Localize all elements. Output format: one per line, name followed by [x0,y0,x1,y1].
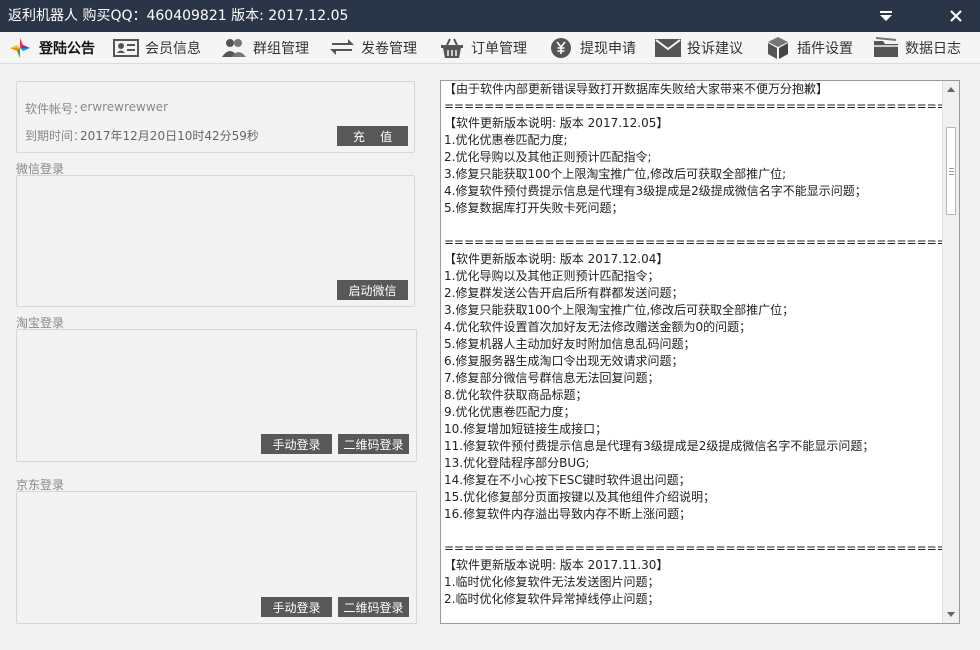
announcement-line: 2.优化导购以及其他正则预计匹配指令; [444,150,652,164]
announcement-line: 1.临时优化修复软件无法发送图片问题； [444,575,660,589]
announcement-line: 6.修复服务器生成淘口令出现无效请求问题； [444,354,684,368]
dropdown-menu-icon [880,11,892,21]
wechat-login-panel: 启动微信 [16,175,415,307]
toolbar-member-info[interactable]: 会员信息 [112,32,201,64]
taobao-manual-login-button[interactable]: 手动登录 [261,434,332,454]
scroll-up-button[interactable] [943,81,959,97]
announcement-line: 10.修复增加短链接生成接口； [444,422,608,436]
announcement-line: 5.修复数据库打开失败卡死问题； [444,201,624,215]
toolbar-complaints-label: 投诉建议 [687,41,743,57]
announcement-line: 1.优化优惠卷匹配力度; [444,133,568,147]
announcement-line: 15.优化修复部分页面按键以及其他组件介绍说明； [444,490,716,504]
expiry-value: 2017年12月20日10时42分59秒 [80,129,259,143]
toolbar-order-management-label: 订单管理 [471,41,527,57]
announcement-line: 【软件更新版本说明: 版本 2017.11.30】 [444,558,669,572]
title-bar: 返利机器人 购买QQ：460409821 版本: 2017.12.05 [0,0,980,32]
toolbar-coupon-management[interactable]: 发卷管理 [328,32,417,64]
announcement-line: 【软件更新版本说明: 版本 2017.12.04】 [444,252,669,266]
announcement-line: ========================================… [444,99,960,113]
folder-icon [872,36,900,60]
recharge-button[interactable]: 充 值 [337,126,408,146]
toolbar-data-log-label: 数据日志 [905,41,961,57]
announcement-line [444,217,939,234]
scroll-thumb[interactable] [946,127,956,215]
announcement-line: 13.优化登陆程序部分BUG; [444,456,590,470]
announcement-line: 2.临时优化修复软件异常掉线停止问题； [444,592,660,606]
announcement-line: 2.修复群发送公告开启后所有群都发送问题； [444,286,684,300]
toolbar-member-info-label: 会员信息 [145,41,201,57]
announcement-line: 【由于软件内部更新错误导致打开数据库失败给大家带来不便万分抱歉】 [444,82,829,96]
announcement-line: 14.修复在不小心按下ESC键时软件退出问题； [444,473,691,487]
announcement-line: ========================================… [444,235,960,249]
announcement-line: 4.优化软件设置首次加好友无法修改赠送金额为0的问题； [444,320,752,334]
toolbar-group-management[interactable]: 群组管理 [220,32,309,64]
toolbar-announcement[interactable]: 登陆公告 [6,32,95,64]
announcement-scrollbar[interactable] [942,81,959,623]
announcement-line: 1.优化导购以及其他正则预计匹配指令； [444,269,660,283]
taobao-qr-login-button[interactable]: 二维码登录 [338,434,409,454]
group-users-icon [220,36,248,60]
yen-coin-icon [547,36,575,60]
announcement-line [444,523,939,540]
basket-icon [438,36,466,60]
jd-manual-login-button[interactable]: 手动登录 [261,597,332,617]
window-close-button[interactable] [938,0,974,32]
toolbar-announcement-label: 登陆公告 [39,41,95,57]
mail-icon [654,36,682,60]
transfer-arrows-icon [328,36,356,60]
toolbar-coupon-management-label: 发卷管理 [361,41,417,57]
announcement-line: 5.修复机器人主动加好友时附加信息乱码问题； [444,337,696,351]
close-icon [950,10,962,22]
announcement-line: 7.修复部分微信号群信息无法回复问题； [444,371,660,385]
window-menu-button[interactable] [868,0,904,32]
account-username: erwrewrewwer [80,100,168,114]
toolbar-plugin-settings-label: 插件设置 [797,41,853,57]
scroll-down-button[interactable] [943,607,959,623]
announcement-icon [6,36,34,60]
expiry-label: 到期时间： [25,129,86,143]
main-toolbar: 登陆公告 会员信息 群组管理 发卷管理 订单管理 提现申请 投诉建议 插件设置 … [0,32,980,64]
announcement-line: 4.修复软件预付费提示信息是代理有3级提成是2级提成微信名字不能显示问题； [444,184,867,198]
jd-login-panel: 手动登录 二维码登录 [16,491,417,624]
announcement-line: ========================================… [444,541,960,555]
toolbar-withdrawal[interactable]: 提现申请 [547,32,636,64]
jd-qr-login-button[interactable]: 二维码登录 [338,597,409,617]
announcement-line: 9.优化优惠卷匹配力度； [444,405,576,419]
announcement-line: 8.优化软件获取商品标题； [444,388,588,402]
member-card-icon [112,36,140,60]
chevron-down-icon [947,612,955,617]
announcement-line: 3.修复只能获取100个上限淘宝推广位,修改后可获取全部推广位; [444,167,787,181]
start-wechat-button[interactable]: 启动微信 [337,280,408,300]
window-title: 返利机器人 购买QQ：460409821 版本: 2017.12.05 [8,8,349,24]
toolbar-complaints[interactable]: 投诉建议 [654,32,743,64]
toolbar-group-management-label: 群组管理 [253,41,309,57]
announcement-line: 【软件更新版本说明: 版本 2017.12.05】 [444,116,669,130]
toolbar-plugin-settings[interactable]: 插件设置 [764,32,853,64]
toolbar-data-log[interactable]: 数据日志 [872,32,961,64]
announcement-line: 16.修复软件内存溢出导致内存不断上涨问题； [444,507,692,521]
toolbar-withdrawal-label: 提现申请 [580,41,636,57]
announcement-line: 3.修复只能获取100个上限淘宝推广位,修改后可获取全部推广位； [444,303,795,317]
account-label: 软件帐号： [25,102,86,116]
toolbar-order-management[interactable]: 订单管理 [438,32,527,64]
cube-icon [764,36,792,60]
account-panel: 软件帐号： erwrewrewwer 到期时间： 2017年12月20日10时4… [16,81,415,153]
chevron-up-icon [947,87,955,92]
taobao-login-panel: 手动登录 二维码登录 [16,329,417,462]
announcement-line: 11.修复软件预付费提示信息是代理有3级提成是2级提成微信名字不能显示问题； [444,439,875,453]
announcement-text: 【由于软件内部更新错误导致打开数据库失败给大家带来不便万分抱歉】 ========… [444,81,960,608]
announcement-textarea[interactable]: 【由于软件内部更新错误导致打开数据库失败给大家带来不便万分抱歉】 ========… [440,80,960,624]
